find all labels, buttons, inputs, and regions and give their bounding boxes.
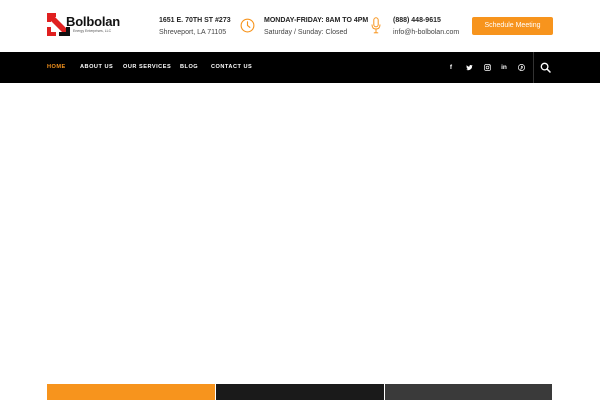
contact-phone[interactable]: (888) 448-9615 bbox=[393, 15, 459, 27]
nav-divider bbox=[533, 52, 534, 83]
facebook-icon[interactable]: f bbox=[446, 52, 456, 83]
schedule-meeting-button[interactable]: Schedule Meeting bbox=[472, 17, 553, 35]
nav-item-our-services[interactable]: OUR SERVICES bbox=[123, 52, 171, 83]
hours-weekday: MONDAY-FRIDAY: 8AM TO 4PM bbox=[264, 17, 369, 24]
microphone-icon bbox=[371, 17, 381, 34]
feature-card-2[interactable] bbox=[216, 384, 384, 400]
main-nav: HOME ABOUT US OUR SERVICES BLOG CONTACT … bbox=[0, 52, 600, 83]
hours-weekend: Saturday / Sunday: Closed bbox=[264, 29, 348, 36]
twitter-icon[interactable] bbox=[464, 52, 474, 83]
hours-block: MONDAY-FRIDAY: 8AM TO 4PM Saturday / Sun… bbox=[264, 15, 368, 39]
nav-item-blog[interactable]: BLOG bbox=[180, 52, 198, 83]
instagram-icon[interactable] bbox=[482, 52, 492, 83]
address-block: 1651 E. 70TH ST #273 Shreveport, LA 7110… bbox=[159, 15, 231, 39]
search-icon[interactable] bbox=[540, 62, 551, 73]
pinterest-icon[interactable] bbox=[516, 52, 526, 83]
feature-card-1[interactable] bbox=[47, 384, 215, 400]
address-line1: 1651 E. 70TH ST #273 bbox=[159, 17, 231, 24]
brand-tagline: Energy Enterprises, LLC bbox=[73, 29, 112, 33]
clock-icon bbox=[240, 18, 255, 33]
hero-section bbox=[0, 83, 600, 384]
address-line2: Shreveport, LA 71105 bbox=[159, 29, 227, 36]
linkedin-icon[interactable]: in bbox=[499, 52, 509, 83]
top-header: Bolbolan Energy Enterprises, LLC 1651 E.… bbox=[0, 0, 600, 52]
contact-email[interactable]: info@h-bolbolan.com bbox=[393, 27, 459, 39]
brand-name: Bolbolan bbox=[66, 14, 121, 29]
contact-block: (888) 448-9615 info@h-bolbolan.com bbox=[393, 15, 459, 39]
nav-item-home[interactable]: HOME bbox=[47, 52, 66, 83]
feature-card-3[interactable] bbox=[385, 384, 552, 400]
nav-item-contact-us[interactable]: CONTACT US bbox=[211, 52, 252, 83]
nav-item-about-us[interactable]: ABOUT US bbox=[80, 52, 113, 83]
brand-logo[interactable]: Bolbolan Energy Enterprises, LLC bbox=[47, 13, 142, 37]
